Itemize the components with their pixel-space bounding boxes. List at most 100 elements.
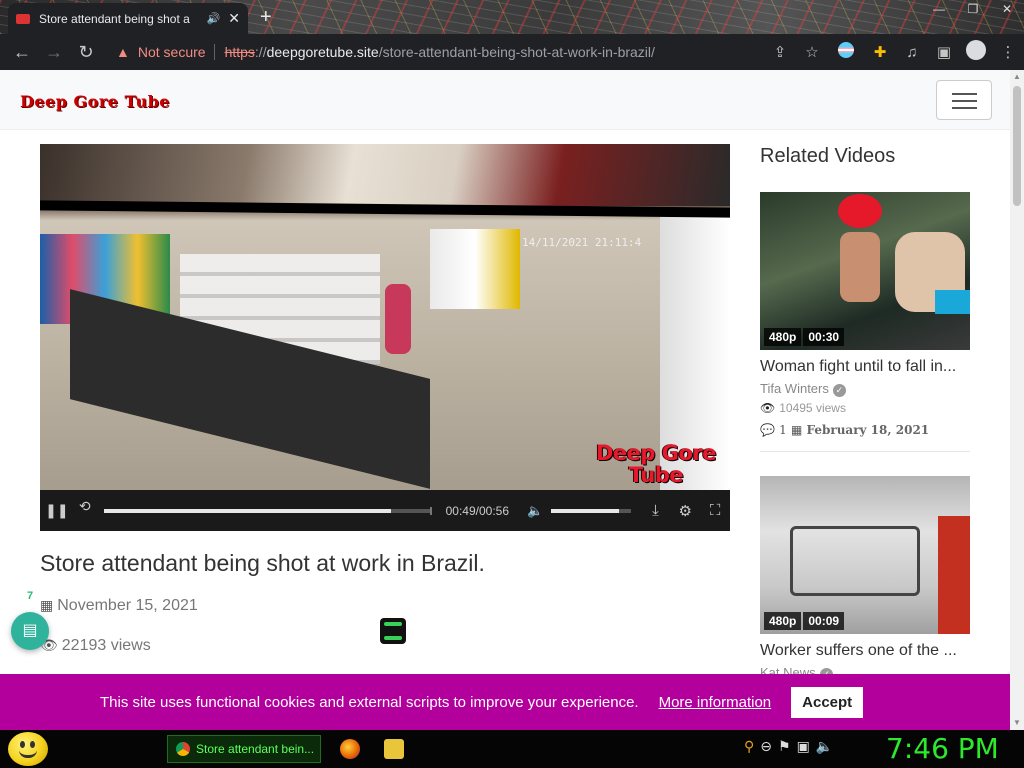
related-video-date: February 18, 2021 <box>806 423 930 437</box>
back-icon[interactable]: ← <box>6 42 38 63</box>
window-controls: — ❐ ✕ <box>922 0 1024 20</box>
extension-flag-icon[interactable] <box>828 42 864 62</box>
fullscreen-icon[interactable]: ⛶ <box>700 502 730 519</box>
cookie-banner: This site uses functional cookies and ex… <box>0 674 1010 730</box>
side-panel-icon[interactable]: ▣ <box>928 43 960 61</box>
taskbar-window-button[interactable]: Store attendant bein... <box>167 735 321 763</box>
menu-kebab-icon[interactable]: ⋮ <box>992 43 1024 61</box>
new-tab-button[interactable]: + <box>260 6 272 29</box>
tray-flag-icon[interactable]: ⚑ <box>778 738 791 755</box>
bookmark-star-icon[interactable]: ☆ <box>796 43 828 61</box>
video-frame[interactable]: 14/11/2021 21:11:4 Deep Gore Tube <box>40 144 730 490</box>
quality-badge: 480p <box>764 612 802 630</box>
taskbar-clock[interactable]: 7:46 PM <box>886 732 999 765</box>
volume-icon[interactable]: 🔈 <box>523 503 547 519</box>
tray-status-icon[interactable]: ⊖ <box>760 738 772 755</box>
accept-cookies-button[interactable]: Accept <box>791 686 864 718</box>
forward-icon[interactable]: → <box>38 42 70 63</box>
seek-end <box>429 506 432 515</box>
scene-fridge <box>430 229 520 309</box>
video-date: ▦ November 15, 2021 <box>40 597 198 615</box>
close-window-icon[interactable]: ✕ <box>990 0 1024 20</box>
taskbar-window-title: Store attendant bein... <box>196 742 315 756</box>
video-date-text: November 15, 2021 <box>57 597 198 614</box>
scroll-down-icon[interactable]: ▼ <box>1010 716 1024 730</box>
start-button-smiley-icon[interactable] <box>8 732 48 766</box>
volume-level <box>551 508 619 513</box>
url-scheme: https <box>224 44 255 60</box>
related-video-card[interactable]: 480p 00:30 Woman fight until to fall in.… <box>760 192 970 452</box>
duration-badge: 00:30 <box>803 328 845 346</box>
duration-badge: 00:09 <box>803 612 845 630</box>
pause-icon[interactable]: ❚❚ <box>42 502 72 519</box>
menu-toggle-button[interactable] <box>936 80 992 120</box>
download-icon[interactable]: ⤓ <box>641 502 671 519</box>
web-page: Deep Gore Tube 14/11/2021 21:11:4 Deep G… <box>0 70 1010 674</box>
url-host: deepgoretube.site <box>266 44 379 60</box>
site-logo[interactable]: Deep Gore Tube <box>20 92 170 111</box>
volume-slider[interactable] <box>551 508 631 513</box>
scroll-up-icon[interactable]: ▲ <box>1010 70 1024 84</box>
smiley-face <box>16 738 40 760</box>
site-navbar: Deep Gore Tube <box>0 70 1010 130</box>
profile-avatar-icon[interactable] <box>960 40 992 64</box>
rewind-10-icon[interactable]: ⟲ <box>72 498 98 524</box>
floating-widget-icon[interactable] <box>380 618 406 644</box>
seek-bar[interactable] <box>103 506 432 515</box>
chrome-icon <box>176 742 190 756</box>
verified-check-icon: ✓ <box>832 384 846 397</box>
browser-tab[interactable]: Store attendant being shot a 🔊 ✕ <box>8 3 248 34</box>
author-name: Tifa Winters <box>760 381 829 396</box>
hamburger-icon <box>952 107 977 109</box>
warning-icon[interactable]: ▲ <box>116 44 130 60</box>
related-video-author[interactable]: Tifa Winters ✓ <box>760 381 970 397</box>
system-tray: ⚲ ⊖ ⚑ ▣ 🔈 <box>744 738 833 755</box>
page-scrollbar[interactable]: ▲ ▼ <box>1010 70 1024 730</box>
thumb-detail <box>840 232 880 302</box>
calendar-icon: ▦ <box>790 423 803 437</box>
video-views: 👁 22193 views <box>40 637 151 655</box>
thumb-detail <box>838 194 882 228</box>
thumbnail-badges: 480p 00:30 <box>764 328 845 346</box>
chat-icon: ▤ <box>22 622 38 639</box>
scroll-thumb[interactable] <box>1013 86 1021 206</box>
related-video-author[interactable]: Kat News ✓ <box>760 665 970 674</box>
folder-icon[interactable] <box>384 739 404 759</box>
speaker-icon[interactable]: 🔈 <box>816 738 833 755</box>
chat-bubble-button[interactable]: ▤ <box>11 612 49 650</box>
more-information-link[interactable]: More information <box>659 694 772 711</box>
video-title: Store attendant being shot at work in Br… <box>40 550 485 576</box>
audio-playing-icon[interactable]: 🔊 <box>207 12 221 25</box>
address-bar[interactable]: ▲ Not secure https :// deepgoretube.site… <box>116 38 836 66</box>
related-video-views: 👁 10495 views <box>760 401 970 415</box>
scene-ceiling <box>40 144 730 206</box>
minimize-icon[interactable]: — <box>922 0 956 20</box>
close-tab-icon[interactable]: ✕ <box>228 10 240 27</box>
calendar-icon: ▦ <box>40 597 54 613</box>
tab-title: Store attendant being shot a <box>39 11 190 26</box>
comment-icon: 💬 <box>760 423 775 437</box>
related-video-title[interactable]: Woman fight until to fall in... <box>760 358 970 376</box>
reload-icon[interactable]: ↻ <box>70 42 102 63</box>
watermark-line: Deep Gore <box>595 441 717 465</box>
url-path: /store-attendant-being-shot-at-work-in-b… <box>378 44 655 60</box>
video-thumbnail[interactable]: 480p 00:09 <box>760 476 970 634</box>
video-player[interactable]: 14/11/2021 21:11:4 Deep Gore Tube ❚❚ ⟲ 0… <box>40 144 730 531</box>
settings-gear-icon[interactable]: ⚙ <box>670 502 700 520</box>
related-video-title[interactable]: Worker suffers one of the ... <box>760 642 970 660</box>
video-watermark: Deep Gore Tube <box>586 442 726 486</box>
os-taskbar: Store attendant bein... ⚲ ⊖ ⚑ ▣ 🔈 7:46 P… <box>0 730 1024 768</box>
related-video-card[interactable]: 480p 00:09 Worker suffers one of the ...… <box>760 476 970 674</box>
restore-icon[interactable]: ❐ <box>956 0 990 20</box>
search-icon[interactable]: ⚲ <box>744 738 754 755</box>
thumb-detail <box>938 516 970 634</box>
media-control-icon[interactable]: ♫ <box>896 44 928 61</box>
network-icon[interactable]: ▣ <box>797 738 810 755</box>
firefox-icon[interactable] <box>340 739 360 759</box>
share-icon[interactable]: ⇪ <box>764 43 796 61</box>
extensions-icon[interactable]: ✚ <box>864 43 896 61</box>
browser-toolbar: ← → ↻ ▲ Not secure https :// deepgoretub… <box>0 34 1024 70</box>
thumb-detail <box>935 290 970 314</box>
video-thumbnail[interactable]: 480p 00:30 <box>760 192 970 350</box>
security-label[interactable]: Not secure <box>138 44 206 60</box>
